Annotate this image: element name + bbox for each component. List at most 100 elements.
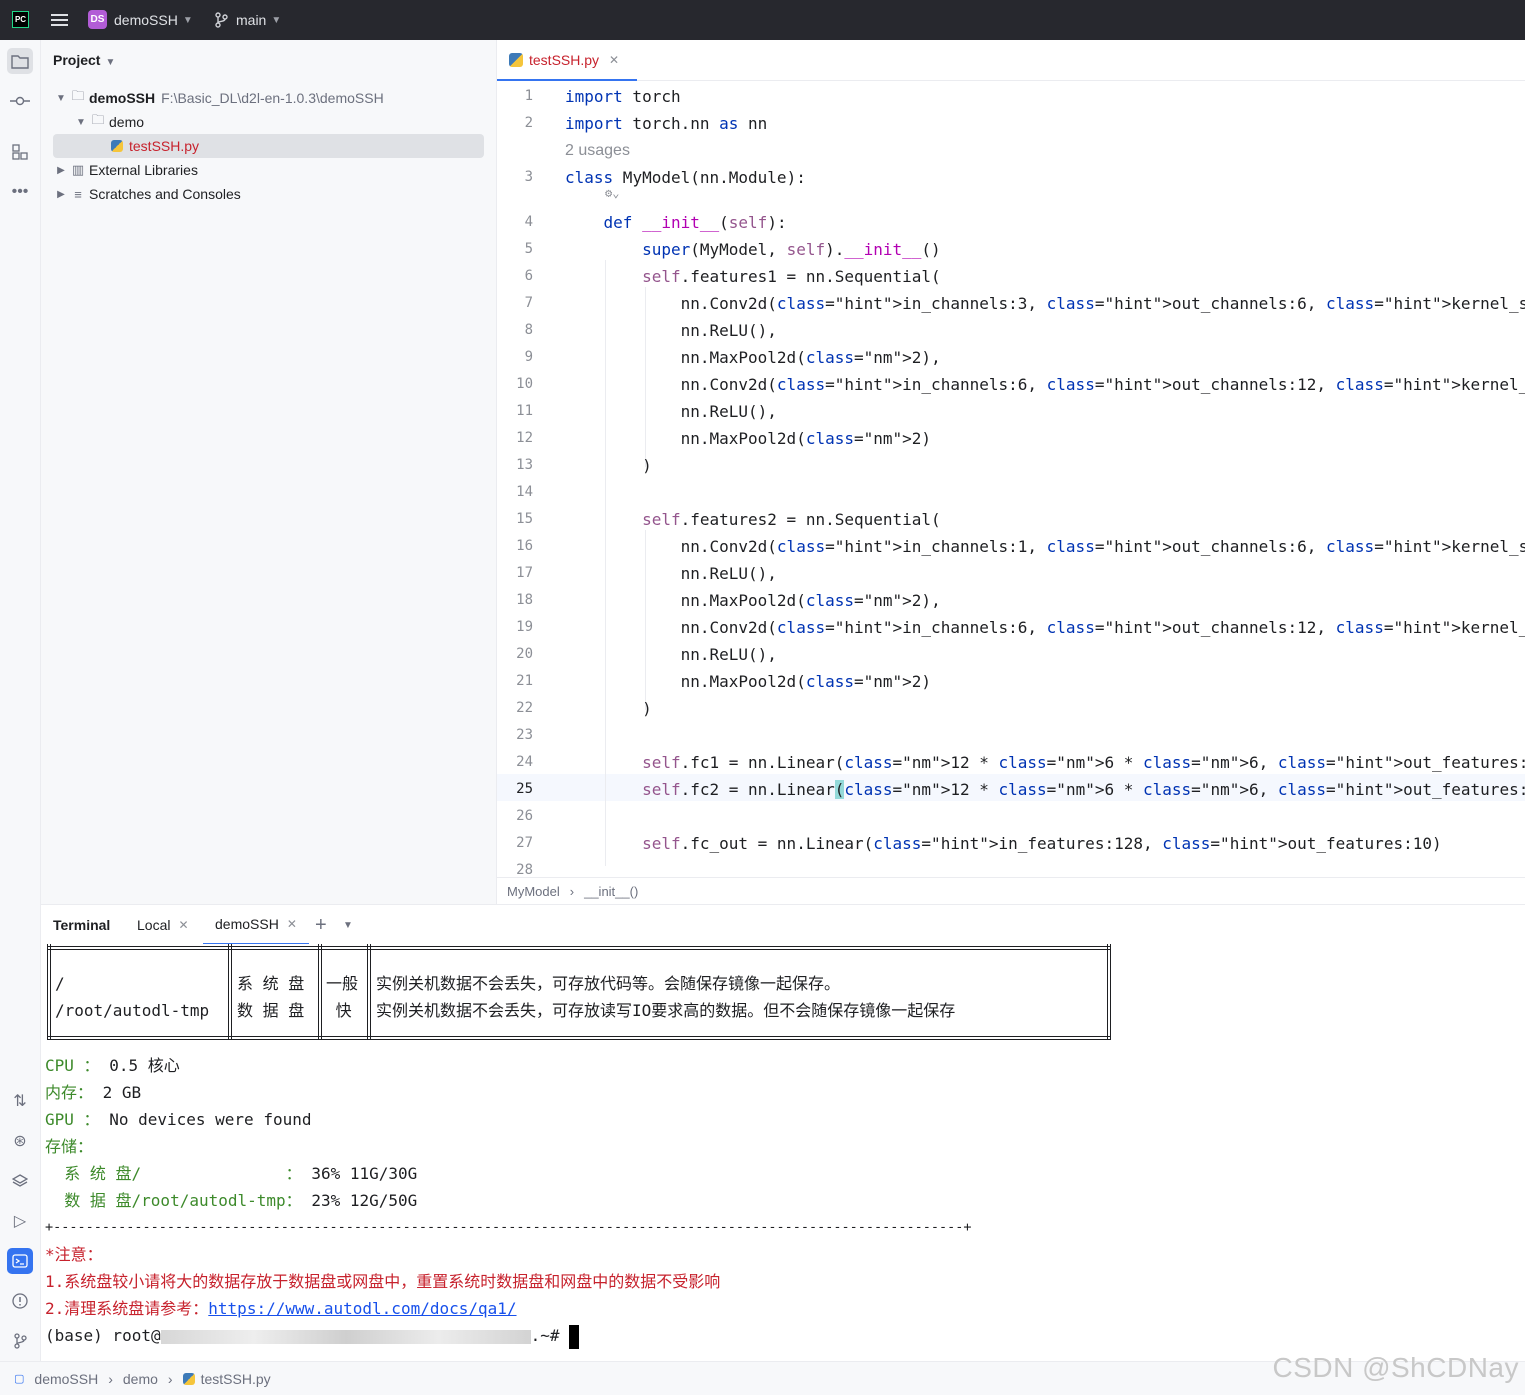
chevron-right-icon: › <box>108 1370 113 1387</box>
branch-name: main <box>236 12 267 28</box>
more-tools-icon[interactable]: ••• <box>7 179 33 205</box>
tab-demossh[interactable]: demoSSH ✕ <box>203 905 309 945</box>
terminal-tab-bar: Terminal Local ✕ demoSSH ✕ + ▼ <box>41 904 1525 945</box>
python-packages-icon[interactable]: ⊛ <box>7 1128 33 1154</box>
code-line[interactable]: nn.Conv2d(class="hint">in_channels:6, cl… <box>565 371 1525 398</box>
data-disk-label: 数 据 盘/root/autodl-tmp： <box>45 1191 302 1210</box>
table-cell: 系 统 盘 <box>237 974 305 993</box>
code-line[interactable]: ) <box>565 452 652 479</box>
code-line[interactable]: self.fc2 = nn.Linear(class="nm">12 * cla… <box>565 776 1525 803</box>
code-line[interactable]: nn.ReLU(), <box>565 398 777 425</box>
separator-line: +---------------------------------------… <box>45 1219 972 1235</box>
project-panel-title: Project <box>53 52 101 68</box>
code-line[interactable]: nn.MaxPool2d(class="nm">2) <box>565 425 931 452</box>
line-gutter: 1 2 3 4 5 6 7 8 9 10 11 12 13 14 15 16 1… <box>497 81 557 878</box>
line-number: 1 <box>524 88 533 104</box>
code-line[interactable]: self.fc1 = nn.Linear(class="nm">12 * cla… <box>565 749 1525 776</box>
gpu-label: GPU ： <box>45 1110 100 1129</box>
tree-item-scratches[interactable]: ▶ ≡ Scratches and Consoles <box>53 182 241 206</box>
tab-local[interactable]: Local ✕ <box>137 905 189 945</box>
breadcrumb-method[interactable]: __init__() <box>584 884 638 899</box>
chevron-down-icon[interactable]: ▼ <box>73 117 89 128</box>
tab-label: demoSSH <box>215 916 279 932</box>
terminal-icon[interactable] <box>7 1248 33 1274</box>
code-line[interactable]: nn.Conv2d(class="hint">in_channels:6, cl… <box>565 614 1525 641</box>
memory-value: 2 GB <box>102 1083 142 1102</box>
cpu-label: CPU ： <box>45 1056 100 1075</box>
close-icon[interactable]: ✕ <box>609 53 619 67</box>
code-line[interactable]: import torch <box>565 83 681 110</box>
table-cell: 实例关机数据不会丢失，可存放代码等。会随保存镜像一起保存。 <box>376 974 841 993</box>
code-line[interactable]: self.features2 = nn.Sequential( <box>565 506 941 533</box>
usages-hint[interactable]: 2 usages <box>565 137 630 164</box>
branch-switcher[interactable]: main ▼ <box>236 0 281 40</box>
layers-icon[interactable] <box>7 1168 33 1194</box>
tab-label: Local <box>137 917 171 933</box>
commit-icon[interactable] <box>7 88 33 114</box>
code-line[interactable]: nn.ReLU(), <box>565 560 777 587</box>
terminal-output[interactable]: / 系 统 盘 一般 实例关机数据不会丢失，可存放代码等。会随保存镜像一起保存。… <box>41 944 1525 1361</box>
project-switcher[interactable]: demoSSH ▼ <box>114 0 193 40</box>
line-number: 27 <box>516 835 533 851</box>
code-line[interactable]: def __init__(self): <box>565 209 787 236</box>
pull-requests-icon[interactable]: ⇅ <box>7 1088 33 1114</box>
code-line[interactable]: nn.Conv2d(class="hint">in_channels:1, cl… <box>565 533 1525 560</box>
editor-tab-testssh[interactable]: testSSH.py ✕ <box>497 40 637 81</box>
table-divider <box>1107 944 1111 1040</box>
folder-icon: 🗀 <box>71 88 85 103</box>
tree-item-label: External Libraries <box>89 162 198 178</box>
chevron-right-icon[interactable]: ▶ <box>53 165 69 176</box>
tree-item-demo[interactable]: ▼ 🗀 demo <box>73 110 144 134</box>
chevron-down-icon[interactable]: ▼ <box>53 93 69 104</box>
pycharm-logo-icon[interactable]: PC <box>12 11 29 28</box>
chevron-right-icon[interactable]: ▶ <box>53 189 69 200</box>
project-panel-header[interactable]: Project ▼ <box>53 52 115 68</box>
tree-item-external-libraries[interactable]: ▶ ▥ External Libraries <box>53 158 198 182</box>
main-menu-icon[interactable] <box>51 0 68 40</box>
status-path-folder[interactable]: demo <box>123 1371 158 1387</box>
tree-item-demossh[interactable]: ▼ 🗀 demoSSH F:\Basic_DL\d2l-en-1.0.3\demoS… <box>53 86 384 110</box>
code-line[interactable]: nn.ReLU(), <box>565 641 777 668</box>
table-cell: /root/autodl-tmp <box>55 1001 210 1020</box>
tree-item-testssh[interactable]: testSSH.py <box>111 134 199 158</box>
override-gutter-icon[interactable]: ⚙⌄ <box>605 183 619 203</box>
git-branch-icon <box>214 0 228 40</box>
services-icon[interactable]: ▷ <box>7 1208 33 1234</box>
code-line[interactable]: super(MyModel, self).__init__() <box>565 236 941 263</box>
code-area[interactable]: import torch import torch.nn as nn class M… <box>565 81 1525 877</box>
code-line[interactable]: class MyModel(nn.Module): <box>565 164 806 191</box>
table-divider <box>47 944 51 1040</box>
note-title: *注意： <box>45 1245 103 1264</box>
close-icon[interactable]: ✕ <box>178 918 188 932</box>
line-number: 3 <box>524 169 533 185</box>
add-tab-icon[interactable]: + <box>315 905 327 945</box>
line-number: 11 <box>516 403 533 419</box>
project-folder-icon[interactable] <box>7 48 33 74</box>
status-path-project[interactable]: demoSSH <box>34 1371 98 1387</box>
chevron-right-icon: › <box>167 1370 173 1387</box>
code-line[interactable]: import torch.nn as nn <box>565 110 767 137</box>
code-line[interactable]: self.fc_out = nn.Linear(class="hint">in_… <box>565 830 1442 857</box>
version-control-icon[interactable] <box>7 1328 33 1354</box>
code-line[interactable]: nn.MaxPool2d(class="nm">2), <box>565 344 941 371</box>
problems-icon[interactable] <box>7 1288 33 1314</box>
code-line[interactable]: nn.MaxPool2d(class="nm">2), <box>565 587 941 614</box>
editor-tab-label: testSSH.py <box>529 51 600 68</box>
code-line[interactable]: nn.Conv2d(class="hint">in_channels:3, cl… <box>565 290 1525 317</box>
code-line[interactable]: self.features1 = nn.Sequential( <box>565 263 941 290</box>
note-1: 1.系统盘较小请将大的数据存放于数据盘或网盘中，重置系统时数据盘和网盘中的数据不… <box>45 1272 721 1291</box>
memory-line: 内存： 2 GB <box>45 1079 141 1106</box>
status-path-file[interactable]: testSSH.py <box>201 1371 271 1387</box>
code-line[interactable]: ) <box>565 695 652 722</box>
code-line[interactable]: nn.ReLU(), <box>565 317 777 344</box>
tree-item-label: demo <box>109 114 145 130</box>
structure-icon[interactable] <box>7 139 33 165</box>
shell-prompt[interactable]: (base) root@ .~# <box>45 1322 580 1349</box>
storage-label: 存储： <box>45 1137 94 1156</box>
code-line[interactable]: nn.MaxPool2d(class="nm">2) <box>565 668 931 695</box>
docs-link[interactable]: https://www.autodl.com/docs/qa1/ <box>208 1299 516 1318</box>
chevron-down-icon[interactable]: ▼ <box>343 905 353 945</box>
watermark: CSDN @ShCDNay <box>1272 1352 1519 1383</box>
close-icon[interactable]: ✕ <box>287 917 297 931</box>
breadcrumb-class[interactable]: MyModel <box>507 884 560 899</box>
